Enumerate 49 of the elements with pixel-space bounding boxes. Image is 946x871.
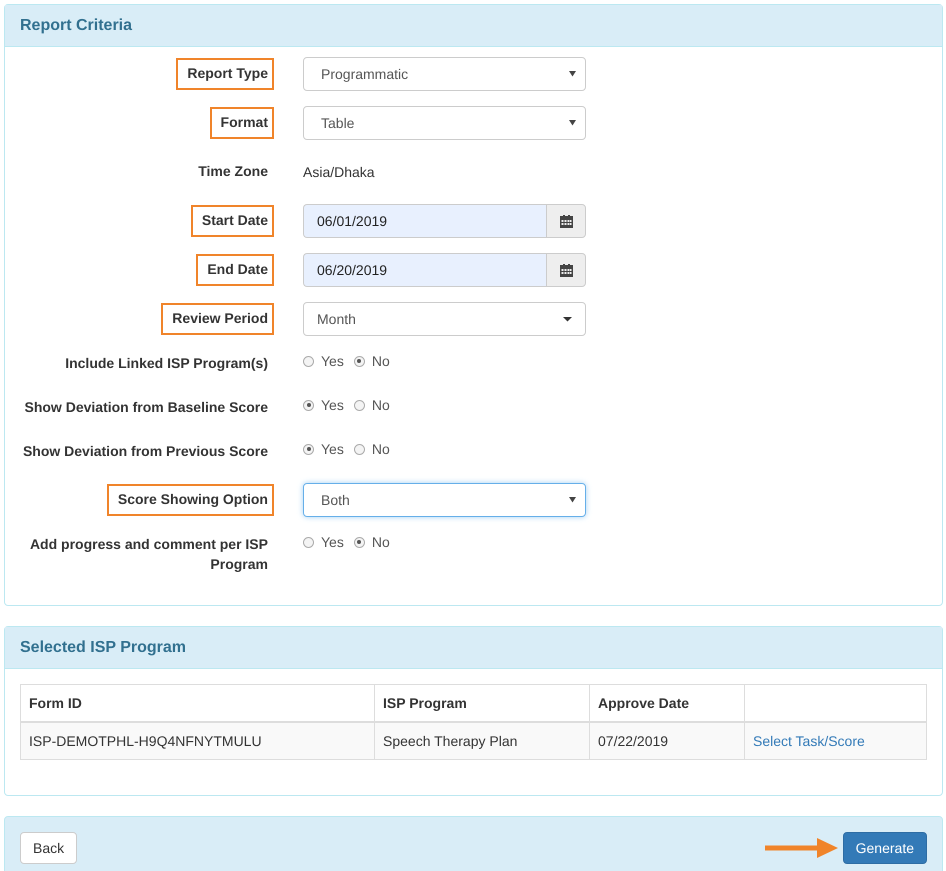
date-field[interactable]: 06/20/2019 [303, 253, 546, 287]
calendar-button[interactable] [546, 253, 586, 287]
date-field[interactable]: 06/01/2019 [303, 204, 546, 238]
field-label: End Date [196, 254, 274, 286]
table-cell: 07/22/2019 [590, 722, 744, 760]
radio-button[interactable] [303, 444, 314, 454]
radio-label: No [372, 533, 390, 552]
radio-label: Yes [321, 533, 344, 552]
caret-icon [563, 316, 573, 322]
field-label: Score Showing Option [106, 484, 274, 516]
select-field[interactable]: Table [303, 106, 586, 140]
radio-button[interactable] [354, 356, 365, 366]
field-label: Time Zone [197, 162, 269, 181]
field-label: Include Linked ISP Program(s) [64, 354, 269, 373]
select-field[interactable]: Month [303, 302, 586, 336]
radio-button[interactable] [354, 400, 365, 410]
radio-button[interactable] [354, 536, 365, 548]
field-value: Asia/Dhaka [303, 164, 375, 180]
field-label: Add progress and comment per ISP Program [28, 535, 269, 574]
table-cell: ISP-DEMOTPHL-H9Q4NFNYTMULU [20, 722, 374, 760]
field-label: Review Period [161, 303, 274, 335]
dropdown-arrow-icon [569, 497, 577, 503]
radio-label: Yes [321, 396, 344, 415]
radio-label: Yes [321, 352, 344, 371]
select-field[interactable]: Programmatic [303, 57, 586, 91]
field-label: Format [210, 107, 274, 139]
panel-title: Report Criteria [20, 16, 132, 34]
back-button[interactable]: Back [20, 832, 78, 864]
field-label: Start Date [190, 205, 274, 237]
calendar-icon [560, 214, 572, 228]
radio-button[interactable] [303, 400, 314, 410]
radio-button[interactable] [303, 356, 314, 366]
calendar-icon [560, 264, 572, 276]
select-field[interactable]: Both [303, 483, 586, 517]
field-label: Report Type [176, 58, 274, 90]
panel-title: Selected ISP Program [20, 638, 186, 656]
radio-label: No [372, 440, 390, 459]
radio-label: No [372, 352, 390, 371]
calendar-button[interactable] [546, 204, 586, 238]
radio-label: Yes [321, 440, 344, 459]
field-label: Show Deviation from Previous Score [22, 442, 269, 461]
field-label: Show Deviation from Baseline Score [23, 398, 269, 417]
generate-button[interactable]: Generate [842, 832, 927, 864]
radio-button[interactable] [303, 536, 314, 548]
dropdown-arrow-icon [569, 71, 577, 77]
radio-button[interactable] [354, 444, 365, 454]
dropdown-arrow-icon [569, 120, 577, 126]
table-cell: Speech Therapy Plan [374, 722, 590, 760]
radio-label: No [372, 396, 390, 415]
